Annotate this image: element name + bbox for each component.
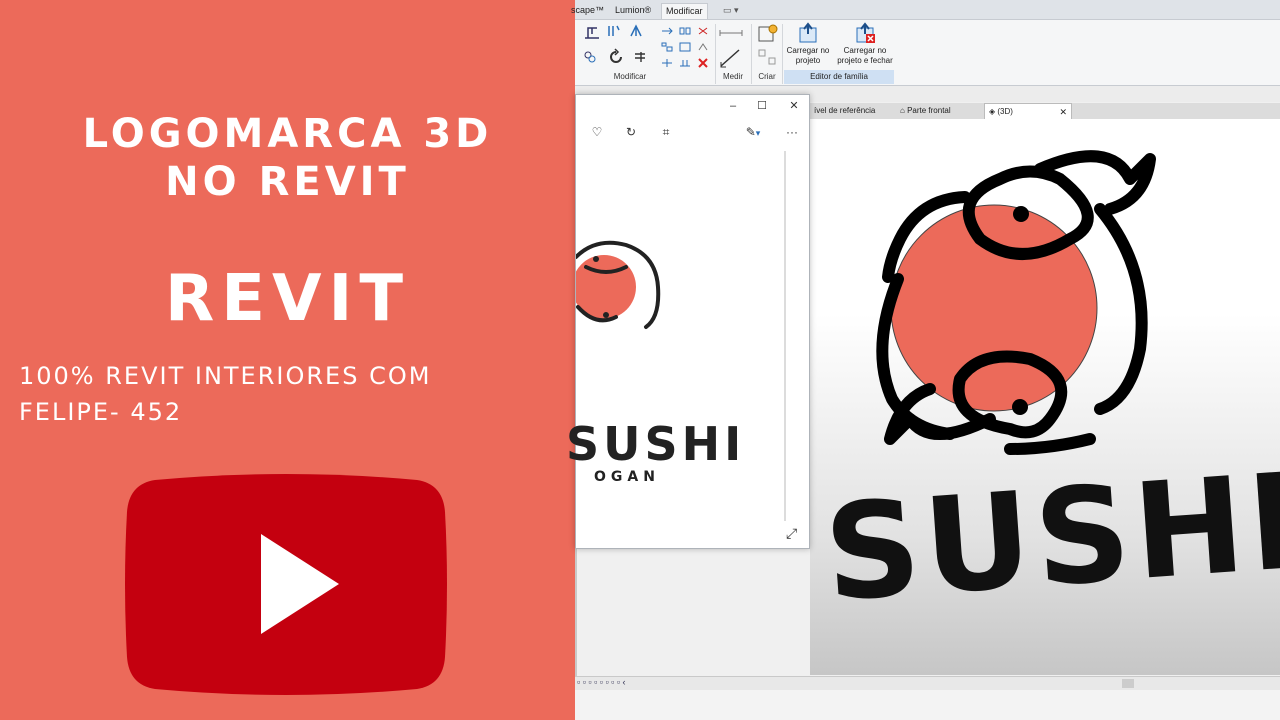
promo-title-line1: LOGOMARCA 3D bbox=[82, 111, 493, 157]
delete-icon[interactable] bbox=[697, 58, 709, 68]
sushi-logo-small bbox=[576, 240, 661, 329]
view-control-bar[interactable]: ▫ ▫ ▫ ▫ ▫ ▫ ▫ ▫ ‹ bbox=[575, 676, 1280, 690]
group-label-modificar: Modificar bbox=[613, 72, 647, 81]
sushi-text-small: SUSHI bbox=[566, 417, 746, 471]
tab-lumion[interactable]: Lumion® bbox=[611, 3, 655, 19]
slogan-text-small: OGAN bbox=[594, 469, 660, 485]
load-and-close-label-2: projeto e fechar bbox=[837, 56, 893, 65]
load-and-close-icon bbox=[856, 22, 875, 43]
copy-icon[interactable] bbox=[583, 50, 597, 64]
view-tab-front-label: Parte frontal bbox=[907, 106, 951, 115]
edit-icon[interactable]: ✎▾ bbox=[739, 122, 767, 142]
view-tab-level[interactable]: ível de referência bbox=[810, 103, 896, 119]
more-icon[interactable]: ··· bbox=[783, 122, 801, 142]
tab-enscape[interactable]: scape™ bbox=[567, 3, 608, 19]
group-label-editor-familia: Editor de família bbox=[784, 70, 894, 84]
expand-icon[interactable]: ⤢ bbox=[786, 525, 797, 542]
load-into-project-label-1: Carregar no bbox=[786, 46, 830, 55]
heart-icon[interactable]: ♡ bbox=[588, 122, 606, 142]
split-icon[interactable] bbox=[661, 58, 673, 68]
elevation-icon: ⌂ bbox=[900, 106, 908, 115]
measure-icon[interactable] bbox=[719, 28, 743, 38]
align-icon[interactable] bbox=[583, 24, 601, 40]
viewer-image: SUSHI OGAN bbox=[566, 147, 786, 542]
crop-icon[interactable]: ⌗ bbox=[657, 122, 675, 142]
ribbon: Modificar Medir Criar Carregar no projet… bbox=[575, 20, 1280, 86]
promo-panel: LOGOMARCA 3D NO REVIT REVIT 100% REVIT I… bbox=[0, 0, 575, 720]
tab-modificar[interactable]: Modificar bbox=[661, 3, 708, 19]
view-controls-icon[interactable]: ▫ ▫ ▫ ▫ ▫ ▫ ▫ ▫ ‹ bbox=[577, 677, 626, 687]
pin-icon[interactable] bbox=[697, 26, 709, 36]
load-and-close-label-1: Carregar no bbox=[843, 46, 887, 55]
create-family-icon[interactable] bbox=[757, 23, 779, 45]
mirror-icon[interactable] bbox=[629, 24, 643, 38]
photo-viewer-window[interactable]: – ☐ ✕ ♡ ↻ ⌗ ✎▾ ··· SUSHI OGAN ⤢ bbox=[566, 94, 810, 549]
viewer-toolbar: ♡ ↻ ⌗ ✎▾ ··· bbox=[576, 122, 809, 144]
load-into-project-icon bbox=[799, 22, 817, 43]
maximize-button[interactable]: ☐ bbox=[753, 98, 771, 114]
close-view-tab-icon[interactable]: ✕ bbox=[1059, 104, 1067, 120]
unpin-icon[interactable] bbox=[697, 42, 709, 52]
status-strip bbox=[575, 690, 1280, 720]
view-tab-front[interactable]: ⌂ Parte frontal bbox=[896, 103, 984, 119]
create-group-icon[interactable] bbox=[757, 48, 779, 68]
view-switch-tab[interactable]: ▭ ▾ bbox=[719, 3, 743, 19]
trim-icon[interactable] bbox=[633, 50, 647, 64]
view-tab-level-label: ível de referência bbox=[814, 106, 876, 115]
revit-window: scape™ Lumion® Modificar ▭ ▾ Modificar M… bbox=[566, 0, 1280, 720]
sushi-3d-text: SUSHI bbox=[820, 444, 1280, 632]
rotate-tool-icon[interactable] bbox=[607, 48, 625, 66]
viewer-titlebar: – ☐ ✕ bbox=[576, 95, 809, 117]
offset-icon[interactable] bbox=[607, 24, 621, 38]
close-button[interactable]: ✕ bbox=[785, 98, 803, 114]
minimize-button[interactable]: – bbox=[724, 98, 742, 114]
move-icon[interactable] bbox=[661, 26, 673, 36]
scale-icon[interactable] bbox=[661, 42, 673, 52]
view-tabs: ível de referência ⌂ Parte frontal ◈ (3D… bbox=[810, 103, 1280, 119]
viewer-scrollbar[interactable] bbox=[784, 151, 786, 521]
promo-subtitle-line2: FELIPE- 452 bbox=[19, 398, 183, 426]
load-into-project-button[interactable]: Carregar no projeto bbox=[780, 22, 836, 66]
view-tab-3d-label: (3D) bbox=[997, 107, 1013, 116]
promo-headline: REVIT bbox=[165, 262, 410, 336]
trim-extend-icon[interactable] bbox=[679, 58, 691, 68]
horizontal-scrollbar-thumb[interactable] bbox=[1122, 679, 1134, 688]
promo-subtitle-line1: 100% REVIT INTERIORES COM bbox=[19, 362, 432, 390]
youtube-play-icon[interactable] bbox=[125, 472, 447, 697]
group-label-criar: Criar bbox=[758, 72, 776, 81]
load-and-close-button[interactable]: Carregar no projeto e fechar bbox=[836, 22, 894, 66]
load-into-project-label-2: projeto bbox=[795, 56, 821, 65]
array-icon[interactable] bbox=[679, 26, 691, 36]
promo-title-line2: NO REVIT bbox=[165, 159, 410, 205]
group-label-medir: Medir bbox=[722, 72, 743, 81]
rotate-icon[interactable]: ↻ bbox=[622, 122, 640, 142]
group-icon[interactable] bbox=[679, 42, 691, 52]
ribbon-tabs: scape™ Lumion® Modificar ▭ ▾ bbox=[571, 0, 1280, 20]
view-tab-3d[interactable]: ◈ (3D) ✕ bbox=[984, 103, 1072, 119]
dimension-icon[interactable] bbox=[719, 48, 743, 68]
ribbon-separator bbox=[751, 24, 752, 84]
